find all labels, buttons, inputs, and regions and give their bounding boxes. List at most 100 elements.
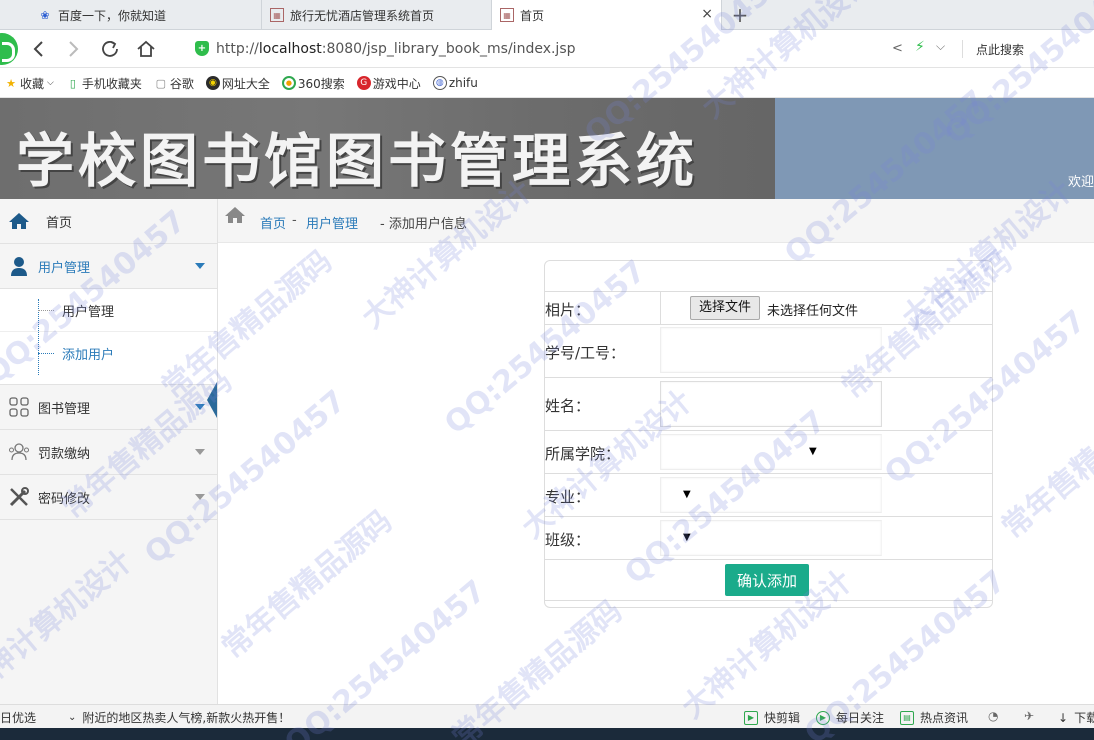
home-button[interactable] bbox=[134, 38, 158, 60]
name-label: 姓名： bbox=[545, 397, 591, 415]
bookmarks-bar: ★ 收藏 ⌵ ▯ 手机收藏夹 ▢ 谷歌 ◉ 网址大全 ● 360搜索 G 游戏中心 ◍ zhif… bbox=[0, 69, 1094, 98]
status-pin-icon[interactable]: ✈ bbox=[1024, 709, 1034, 723]
sidebar-item-fine[interactable]: 罚款缴纳 bbox=[0, 430, 217, 475]
sidebar-item-password[interactable]: 密码修改 bbox=[0, 475, 217, 520]
address-bar-row: + http://localhost:8080/jsp_library_book… bbox=[0, 30, 1094, 68]
share-icon[interactable]: < bbox=[892, 41, 903, 56]
breadcrumb-separator: - bbox=[292, 213, 297, 228]
major-select[interactable]: ▼ bbox=[660, 477, 882, 513]
submenu-item-add-user[interactable]: 添加用户 bbox=[0, 332, 217, 418]
secure-shield-icon[interactable]: + bbox=[195, 41, 209, 56]
status-quick-edit[interactable]: ▶ 快剪辑 bbox=[744, 709, 800, 726]
breadcrumb-users-link[interactable]: 用户管理 bbox=[306, 213, 358, 232]
chevron-down-icon[interactable]: ⌵ bbox=[936, 39, 945, 54]
tab-baidu[interactable]: ❀ 百度一下，你就知道 bbox=[30, 0, 262, 30]
photo-label: 相片： bbox=[545, 301, 591, 319]
phone-icon: ▯ bbox=[69, 76, 76, 90]
browser-tab-bar: ❀ 百度一下，你就知道 ▦ 旅行无忧酒店管理系统首页 ▦ 首页 × + bbox=[0, 0, 1094, 31]
status-news[interactable]: ⌄ 附近的地区热卖人气榜,新款火热开售！ bbox=[68, 709, 290, 726]
page-favicon-icon: ▦ bbox=[500, 8, 514, 22]
reload-icon bbox=[102, 41, 118, 57]
status-download[interactable]: ↓ 下载 bbox=[1058, 709, 1094, 726]
user-submenu: 用户管理 添加用户 bbox=[0, 289, 217, 418]
form-cell bbox=[660, 292, 661, 324]
id-input[interactable] bbox=[660, 327, 882, 373]
search-360-icon: ● bbox=[281, 76, 296, 90]
tab-home[interactable]: ▦ 首页 × bbox=[492, 0, 722, 31]
bookmark-360[interactable]: ● 360搜索 bbox=[281, 75, 345, 92]
college-label: 所属学院： bbox=[545, 445, 621, 463]
tab-hotel[interactable]: ▦ 旅行无忧酒店管理系统首页 bbox=[262, 0, 492, 30]
form-row-college: 所属学院： ▼ bbox=[545, 431, 992, 474]
home-icon bbox=[8, 210, 30, 232]
dropdown-arrow-icon: ▼ bbox=[809, 446, 817, 457]
page-favicon-icon: ▦ bbox=[270, 8, 284, 22]
caret-down-icon bbox=[195, 494, 205, 500]
welcome-text: 欢迎 bbox=[1068, 175, 1094, 190]
close-tab-icon[interactable]: × bbox=[701, 6, 713, 22]
form-row-photo: 相片： 选择文件 未选择任何文件 bbox=[545, 291, 992, 325]
download-icon: ↓ bbox=[1058, 710, 1069, 725]
tab-title: 首页 bbox=[520, 8, 545, 23]
major-label: 专业： bbox=[545, 488, 591, 506]
caret-down-icon bbox=[195, 404, 205, 410]
file-status-text: 未选择任何文件 bbox=[767, 304, 859, 319]
name-input[interactable] bbox=[660, 381, 882, 427]
choose-file-button[interactable]: 选择文件 bbox=[690, 296, 761, 320]
breadcrumb-home-link[interactable]: 首页 bbox=[260, 213, 286, 232]
browser-status-bar: 日优选 ⌄ 附近的地区热卖人气榜,新款火热开售！ ▶ 快剪辑 ▶ 每日关注 ▤ 热点资讯… bbox=[0, 704, 1094, 728]
confirm-add-button[interactable]: 确认添加 bbox=[725, 564, 809, 596]
class-label: 班级： bbox=[545, 531, 591, 549]
back-arrow-icon bbox=[33, 41, 43, 57]
tab-title: 百度一下，你就知道 bbox=[58, 8, 167, 23]
people-icon bbox=[8, 441, 30, 463]
play-icon: ▶ bbox=[744, 710, 758, 725]
forward-arrow-icon bbox=[69, 41, 79, 57]
status-hot-news[interactable]: ▤ 热点资讯 bbox=[900, 709, 968, 726]
bookmark-favorites[interactable]: ★ 收藏 ⌵ bbox=[4, 75, 54, 92]
status-promo[interactable]: 日优选 bbox=[0, 709, 36, 726]
status-daily[interactable]: ▶ 每日关注 bbox=[816, 709, 884, 726]
form-row-major: 专业： ▼ bbox=[545, 474, 992, 517]
new-tab-button[interactable]: + bbox=[730, 3, 750, 27]
forward-button[interactable] bbox=[61, 38, 85, 60]
back-button[interactable] bbox=[27, 38, 51, 60]
bookmark-mobile[interactable]: ▯ 手机收藏夹 bbox=[66, 75, 142, 92]
dropdown-arrow-icon: ▼ bbox=[683, 532, 691, 543]
baidu-paw-icon: ❀ bbox=[40, 8, 50, 22]
bookmark-zhifu[interactable]: ◍ zhifu bbox=[432, 76, 478, 90]
breadcrumb: 首页 - 用户管理 - 添加用户信息 bbox=[218, 199, 1094, 243]
sidebar-item-user-mgmt[interactable]: 用户管理 bbox=[0, 244, 217, 289]
id-label: 学号/工号： bbox=[545, 344, 626, 362]
sidebar-item-book-mgmt[interactable]: 图书管理 bbox=[0, 385, 217, 430]
submenu-item-user-mgmt[interactable]: 用户管理 bbox=[0, 289, 217, 332]
status-speed-icon[interactable]: ◔ bbox=[988, 709, 998, 723]
globe-icon: ◍ bbox=[432, 76, 447, 90]
college-select[interactable]: ▼ bbox=[660, 434, 882, 470]
site-title: 学校图书馆图书管理系统 bbox=[16, 127, 699, 195]
dropdown-arrow-icon: ▼ bbox=[683, 489, 691, 500]
lightning-icon[interactable]: ⚡ bbox=[915, 39, 925, 55]
divider bbox=[962, 40, 963, 58]
bookmark-sites[interactable]: ◉ 网址大全 bbox=[205, 75, 270, 92]
user-icon bbox=[8, 255, 30, 277]
chevron-down-icon: ⌵ bbox=[47, 78, 54, 88]
home-icon bbox=[137, 40, 155, 57]
search-box[interactable]: 点此搜索 bbox=[976, 41, 1024, 58]
bookmark-google[interactable]: ▢ 谷歌 bbox=[154, 75, 194, 92]
browser-logo-icon[interactable] bbox=[0, 33, 18, 65]
caret-down-icon bbox=[195, 449, 205, 455]
news-icon: ▤ bbox=[900, 710, 914, 725]
class-select[interactable]: ▼ bbox=[660, 520, 882, 556]
reload-button[interactable] bbox=[98, 38, 122, 60]
caret-down-icon bbox=[195, 263, 205, 269]
add-user-form: 相片： 选择文件 未选择任何文件 学号/工号： 姓名： 所属学院： ▼ 专业： … bbox=[544, 260, 993, 608]
bookmark-games[interactable]: G 游戏中心 bbox=[356, 75, 421, 92]
tools-icon bbox=[8, 486, 30, 508]
site-banner: 学校图书馆图书管理系统 欢迎 bbox=[0, 98, 1094, 199]
form-row-id: 学号/工号： bbox=[545, 325, 992, 378]
sidebar-item-home[interactable]: 首页 bbox=[0, 199, 217, 244]
url-field[interactable]: http://localhost:8080/jsp_library_book_m… bbox=[216, 41, 576, 57]
star-icon: ★ bbox=[6, 76, 16, 90]
form-row-class: 班级： ▼ bbox=[545, 517, 992, 560]
